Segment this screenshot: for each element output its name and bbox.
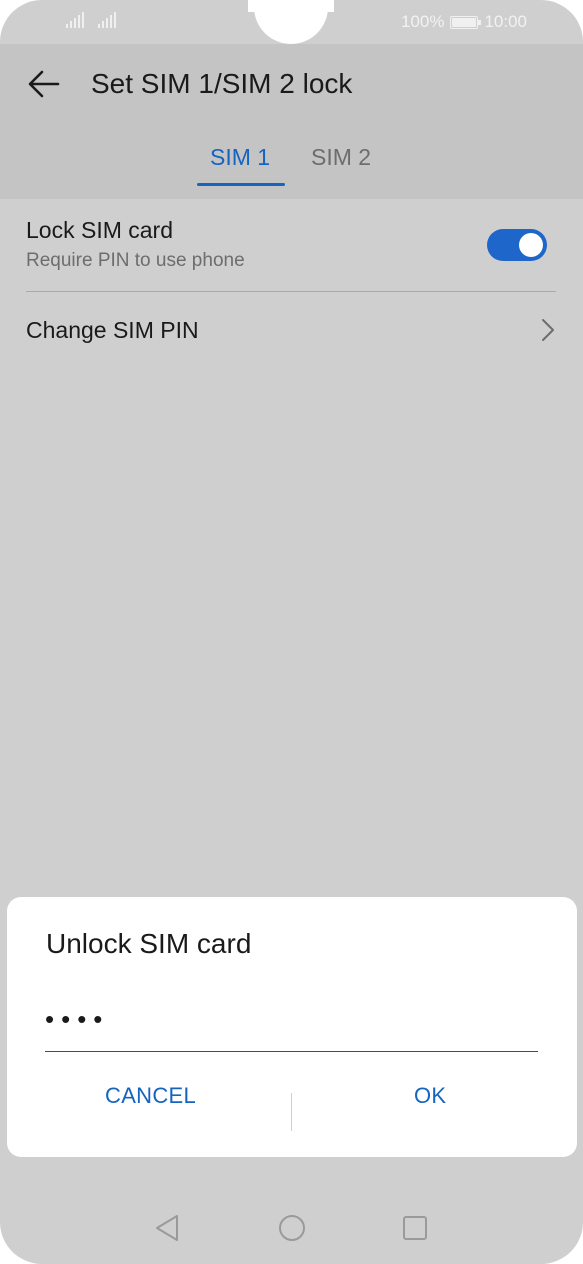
chevron-right-icon [542,319,554,341]
signal-sim2-icon [98,12,118,28]
triangle-back-icon[interactable] [153,1213,181,1243]
status-right: 100% 10:00 [401,12,527,32]
change-sim-pin-row[interactable]: Change SIM PIN [26,317,556,357]
clock: 10:00 [484,12,527,31]
lock-sim-title: Lock SIM card [26,217,173,243]
square-recents-icon[interactable] [401,1213,429,1243]
sim-tabs: SIM 1 SIM 2 [0,144,583,190]
battery-icon [450,15,482,29]
signal-sim1-icon [66,12,86,28]
dialog-title: Unlock SIM card [46,928,252,959]
back-button[interactable] [24,66,64,102]
lock-sim-row[interactable]: Lock SIM card Require PIN to use phone [26,217,556,291]
battery-percent: 100% [400,12,445,31]
phone-screen: 100% 10:00 Set SIM 1/SIM 2 lock SIM 1 SI… [0,0,583,1264]
cancel-button[interactable]: CANCEL [105,1083,196,1109]
page-title: Set SIM 1/SIM 2 lock [91,68,353,99]
app-bar: Set SIM 1/SIM 2 lock SIM 1 SIM 2 [0,44,583,199]
signal-indicators [66,12,118,28]
tab-sim2[interactable]: SIM 2 [311,144,371,171]
navigation-bar [0,1195,583,1264]
lock-sim-subtitle: Require PIN to use phone [26,250,245,271]
divider [26,291,556,292]
tab-sim1[interactable]: SIM 1 [210,144,270,171]
lock-sim-toggle[interactable] [487,229,547,261]
pin-input[interactable]: •••• [45,995,538,1052]
tab-selected-indicator [197,183,285,186]
change-sim-pin-title: Change SIM PIN [26,317,199,343]
button-separator [291,1093,292,1131]
ok-button[interactable]: OK [414,1083,446,1109]
circle-home-icon[interactable] [277,1213,307,1243]
unlock-sim-dialog: Unlock SIM card •••• CANCEL OK [7,897,577,1157]
arrow-left-icon [28,70,60,98]
toggle-knob [519,233,543,257]
